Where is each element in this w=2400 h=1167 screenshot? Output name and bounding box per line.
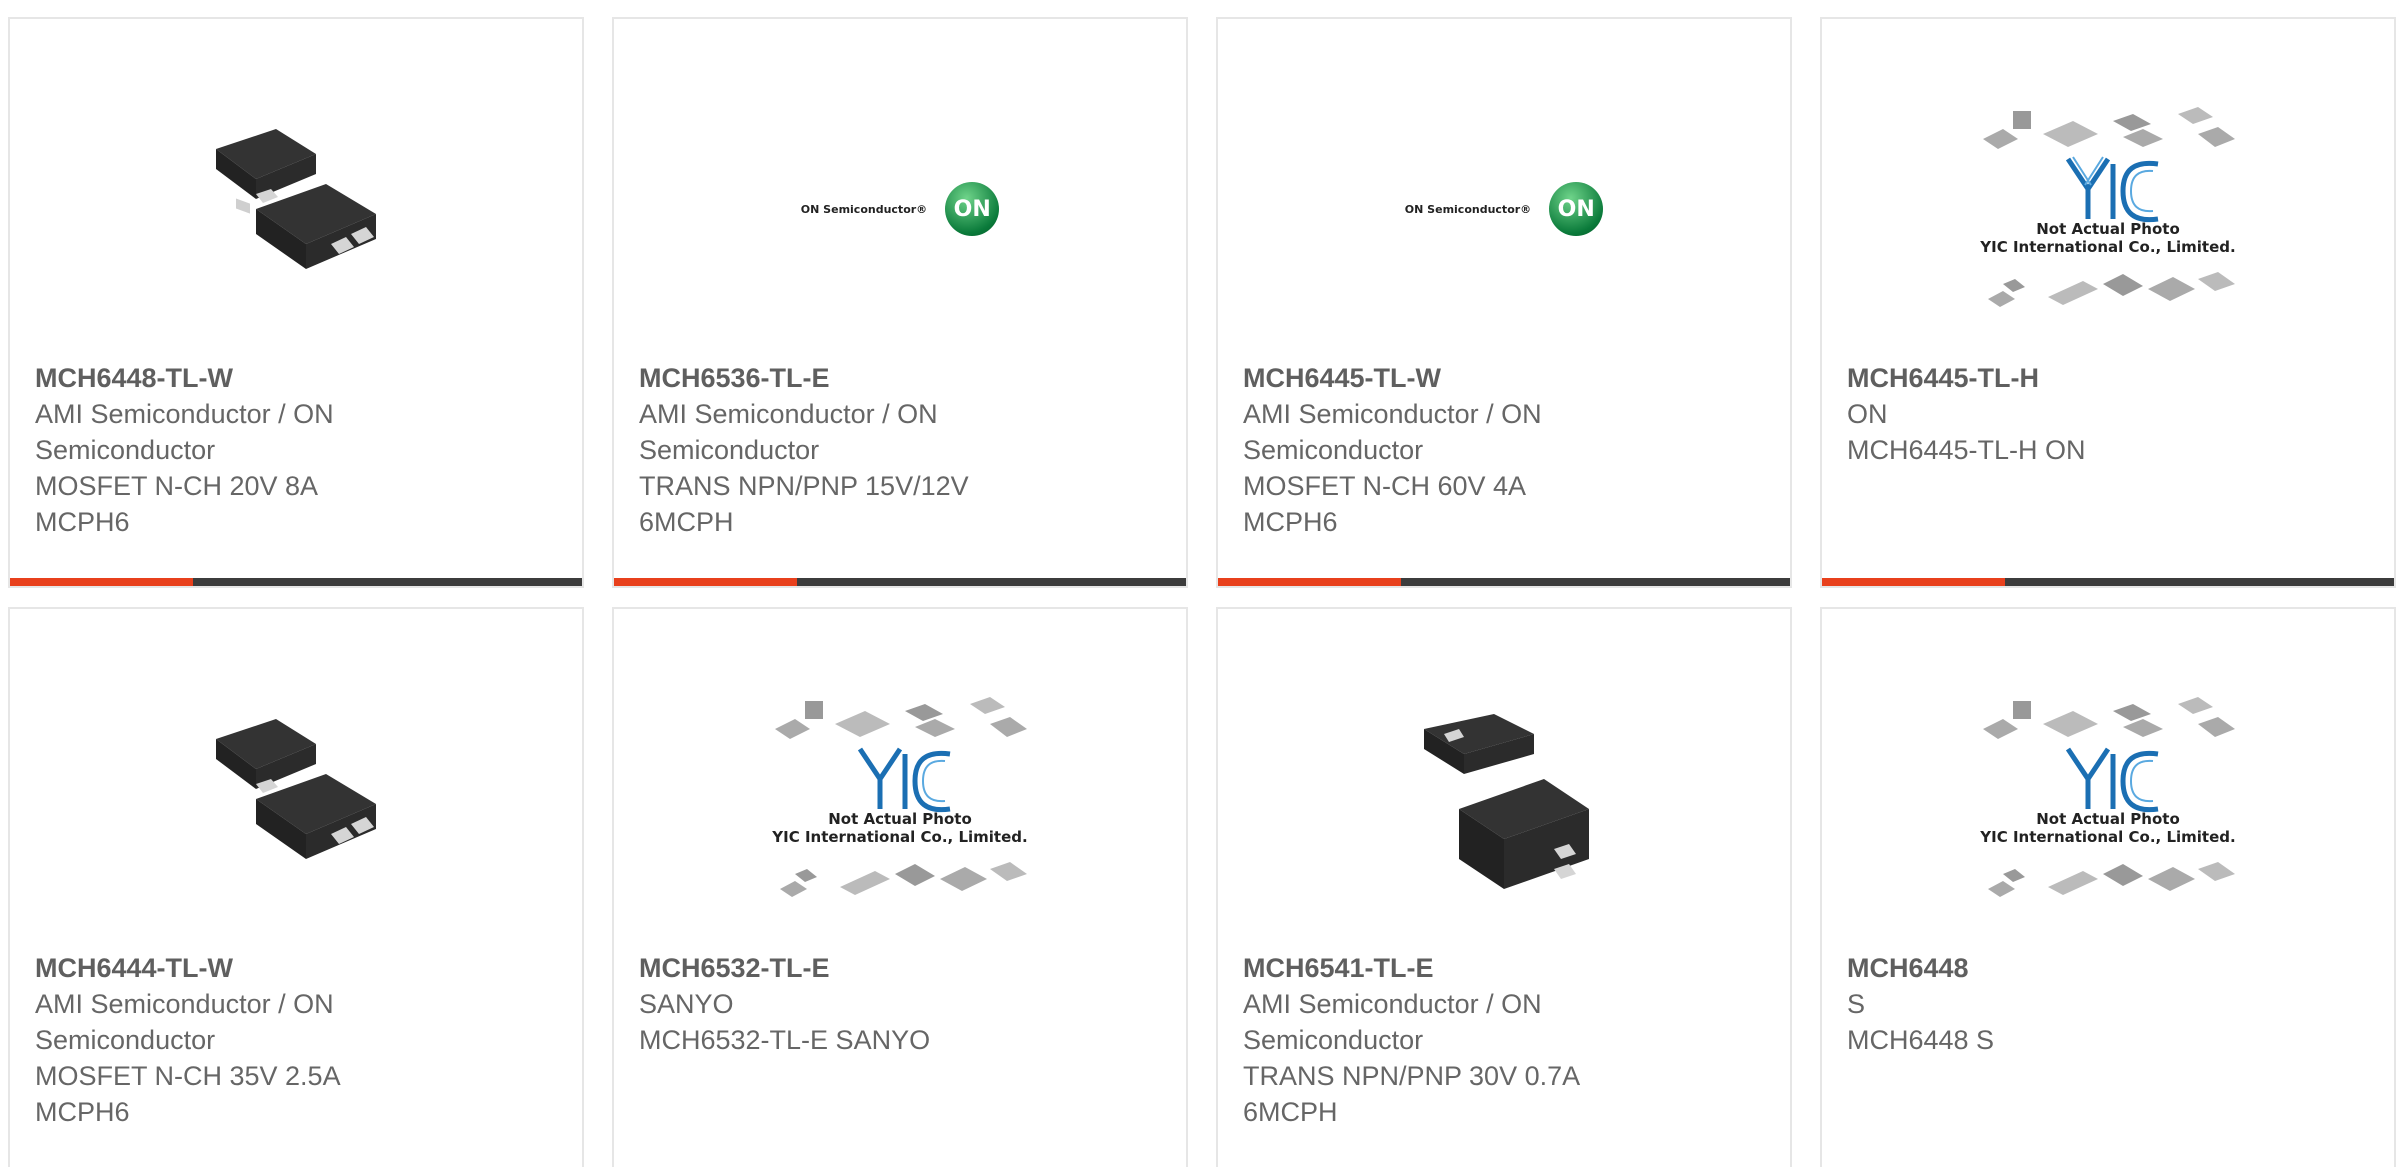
yic-placeholder: Not Actual Photo YIC International Co., … xyxy=(1973,679,2243,919)
part-number[interactable]: MCH6445-TL-H xyxy=(1847,360,2217,396)
manufacturer-line: S xyxy=(1847,989,1866,1019)
manufacturer-line: Semiconductor xyxy=(639,435,820,465)
card-bar xyxy=(614,578,1186,586)
product-image[interactable]: Not Actual Photo YIC International Co., … xyxy=(614,679,1186,919)
description: MCH6448 S xyxy=(1847,1025,1995,1055)
manufacturer-line: ON xyxy=(1847,399,1888,429)
part-number[interactable]: MCH6541-TL-E xyxy=(1243,950,1613,986)
manufacturer: AMI Semiconductor / ON Semiconductor xyxy=(35,986,405,1058)
yic-logo-icon xyxy=(1983,107,2235,307)
product-grid: MCH6448-TL-W AMI Semiconductor / ON Semic… xyxy=(0,0,2400,1167)
ic-package-icon xyxy=(216,719,376,859)
product-info: MCH6448 S MCH6448 S xyxy=(1847,950,2217,1058)
part-number[interactable]: MCH6445-TL-W xyxy=(1243,360,1613,396)
on-semiconductor-logo: ON Semiconductor® ON xyxy=(800,182,1000,236)
product-info: MCH6536-TL-E AMI Semiconductor / ON Semic… xyxy=(639,360,1009,540)
yic-placeholder: Not Actual Photo YIC International Co., … xyxy=(1973,89,2243,329)
manufacturer: AMI Semiconductor / ON Semiconductor xyxy=(1243,396,1613,468)
product-card[interactable]: MCH6541-TL-E AMI Semiconductor / ON Semic… xyxy=(1216,607,1792,1167)
yic-company: YIC International Co., Limited. xyxy=(772,828,1028,846)
yic-note: Not Actual Photo xyxy=(2036,220,2180,238)
manufacturer-line: Semiconductor xyxy=(35,1025,216,1055)
manufacturer-line: Semiconductor xyxy=(1243,1025,1424,1055)
yic-placeholder: Not Actual Photo YIC International Co., … xyxy=(765,679,1035,919)
on-logo-icon: ON xyxy=(1549,182,1604,236)
product-image[interactable] xyxy=(10,679,582,919)
card-bar-accent xyxy=(1218,578,1401,586)
product-info: MCH6445-TL-W AMI Semiconductor / ON Semic… xyxy=(1243,360,1613,540)
manufacturer-line: AMI Semiconductor / ON xyxy=(35,989,334,1019)
manufacturer-line: SANYO xyxy=(639,989,734,1019)
manufacturer-line: AMI Semiconductor / ON xyxy=(639,399,938,429)
on-logo-icon: ON xyxy=(945,182,1000,236)
product-image[interactable]: ON Semiconductor® ON xyxy=(1218,89,1790,329)
card-bar-accent xyxy=(1822,578,2005,586)
logo-text: ON Semiconductor® xyxy=(800,202,928,216)
manufacturer: AMI Semiconductor / ON Semiconductor xyxy=(35,396,405,468)
manufacturer-line: AMI Semiconductor / ON xyxy=(1243,989,1542,1019)
card-bar xyxy=(1822,578,2394,586)
manufacturer-line: Semiconductor xyxy=(1243,435,1424,465)
manufacturer-line: AMI Semiconductor / ON xyxy=(35,399,334,429)
description: MOSFET N-CH 60V 4A MCPH6 xyxy=(1243,471,1525,537)
product-card[interactable]: ON Semiconductor® ON MCH6536-TL-E AMI Se… xyxy=(612,17,1188,588)
product-card[interactable]: Not Actual Photo YIC International Co., … xyxy=(612,607,1188,1167)
description: MCH6532-TL-E SANYO xyxy=(639,1025,931,1055)
part-number[interactable]: MCH6532-TL-E xyxy=(639,950,1009,986)
manufacturer-line: AMI Semiconductor / ON xyxy=(1243,399,1542,429)
yic-logo-icon xyxy=(775,697,1027,897)
logo-text: ON Semiconductor® xyxy=(1404,202,1532,216)
product-image[interactable] xyxy=(10,89,582,329)
part-number[interactable]: MCH6448-TL-W xyxy=(35,360,405,396)
product-card[interactable]: ON Semiconductor® ON MCH6445-TL-W AMI Se… xyxy=(1216,17,1792,588)
yic-logo-icon xyxy=(1983,697,2235,897)
description: MOSFET N-CH 35V 2.5A MCPH6 xyxy=(35,1061,340,1127)
yic-note: Not Actual Photo xyxy=(2036,810,2180,828)
ic-package-icon xyxy=(1424,714,1589,889)
product-image[interactable]: Not Actual Photo YIC International Co., … xyxy=(1822,89,2394,329)
part-number[interactable]: MCH6444-TL-W xyxy=(35,950,405,986)
manufacturer-line: Semiconductor xyxy=(35,435,216,465)
card-bar xyxy=(1218,578,1790,586)
manufacturer: SANYO xyxy=(639,986,1009,1022)
product-info: MCH6444-TL-W AMI Semiconductor / ON Semic… xyxy=(35,950,405,1130)
ic-package-icon xyxy=(216,129,376,269)
card-bar-accent xyxy=(614,578,797,586)
product-info: MCH6541-TL-E AMI Semiconductor / ON Semic… xyxy=(1243,950,1613,1130)
product-image[interactable] xyxy=(1218,679,1790,919)
product-card[interactable]: MCH6444-TL-W AMI Semiconductor / ON Semic… xyxy=(8,607,584,1167)
description: TRANS NPN/PNP 15V/12V 6MCPH xyxy=(639,471,969,537)
manufacturer: AMI Semiconductor / ON Semiconductor xyxy=(1243,986,1613,1058)
manufacturer: AMI Semiconductor / ON Semiconductor xyxy=(639,396,1009,468)
product-info: MCH6448-TL-W AMI Semiconductor / ON Semic… xyxy=(35,360,405,540)
yic-company: YIC International Co., Limited. xyxy=(1980,238,2236,256)
product-card[interactable]: Not Actual Photo YIC International Co., … xyxy=(1820,607,2396,1167)
description: MCH6445-TL-H ON xyxy=(1847,435,2086,465)
description: TRANS NPN/PNP 30V 0.7A 6MCPH xyxy=(1243,1061,1579,1127)
part-number[interactable]: MCH6536-TL-E xyxy=(639,360,1009,396)
part-number[interactable]: MCH6448 xyxy=(1847,950,2217,986)
product-card[interactable]: MCH6448-TL-W AMI Semiconductor / ON Semic… xyxy=(8,17,584,588)
product-card[interactable]: Not Actual Photo YIC International Co., … xyxy=(1820,17,2396,588)
description: MOSFET N-CH 20V 8A MCPH6 xyxy=(35,471,317,537)
product-info: MCH6532-TL-E SANYO MCH6532-TL-E SANYO xyxy=(639,950,1009,1058)
yic-note: Not Actual Photo xyxy=(828,810,972,828)
manufacturer: S xyxy=(1847,986,2217,1022)
manufacturer: ON xyxy=(1847,396,2217,432)
card-bar xyxy=(10,578,582,586)
product-image[interactable]: ON Semiconductor® ON xyxy=(614,89,1186,329)
product-info: MCH6445-TL-H ON MCH6445-TL-H ON xyxy=(1847,360,2217,468)
yic-company: YIC International Co., Limited. xyxy=(1980,828,2236,846)
product-image[interactable]: Not Actual Photo YIC International Co., … xyxy=(1822,679,2394,919)
on-semiconductor-logo: ON Semiconductor® ON xyxy=(1404,182,1604,236)
card-bar-accent xyxy=(10,578,193,586)
